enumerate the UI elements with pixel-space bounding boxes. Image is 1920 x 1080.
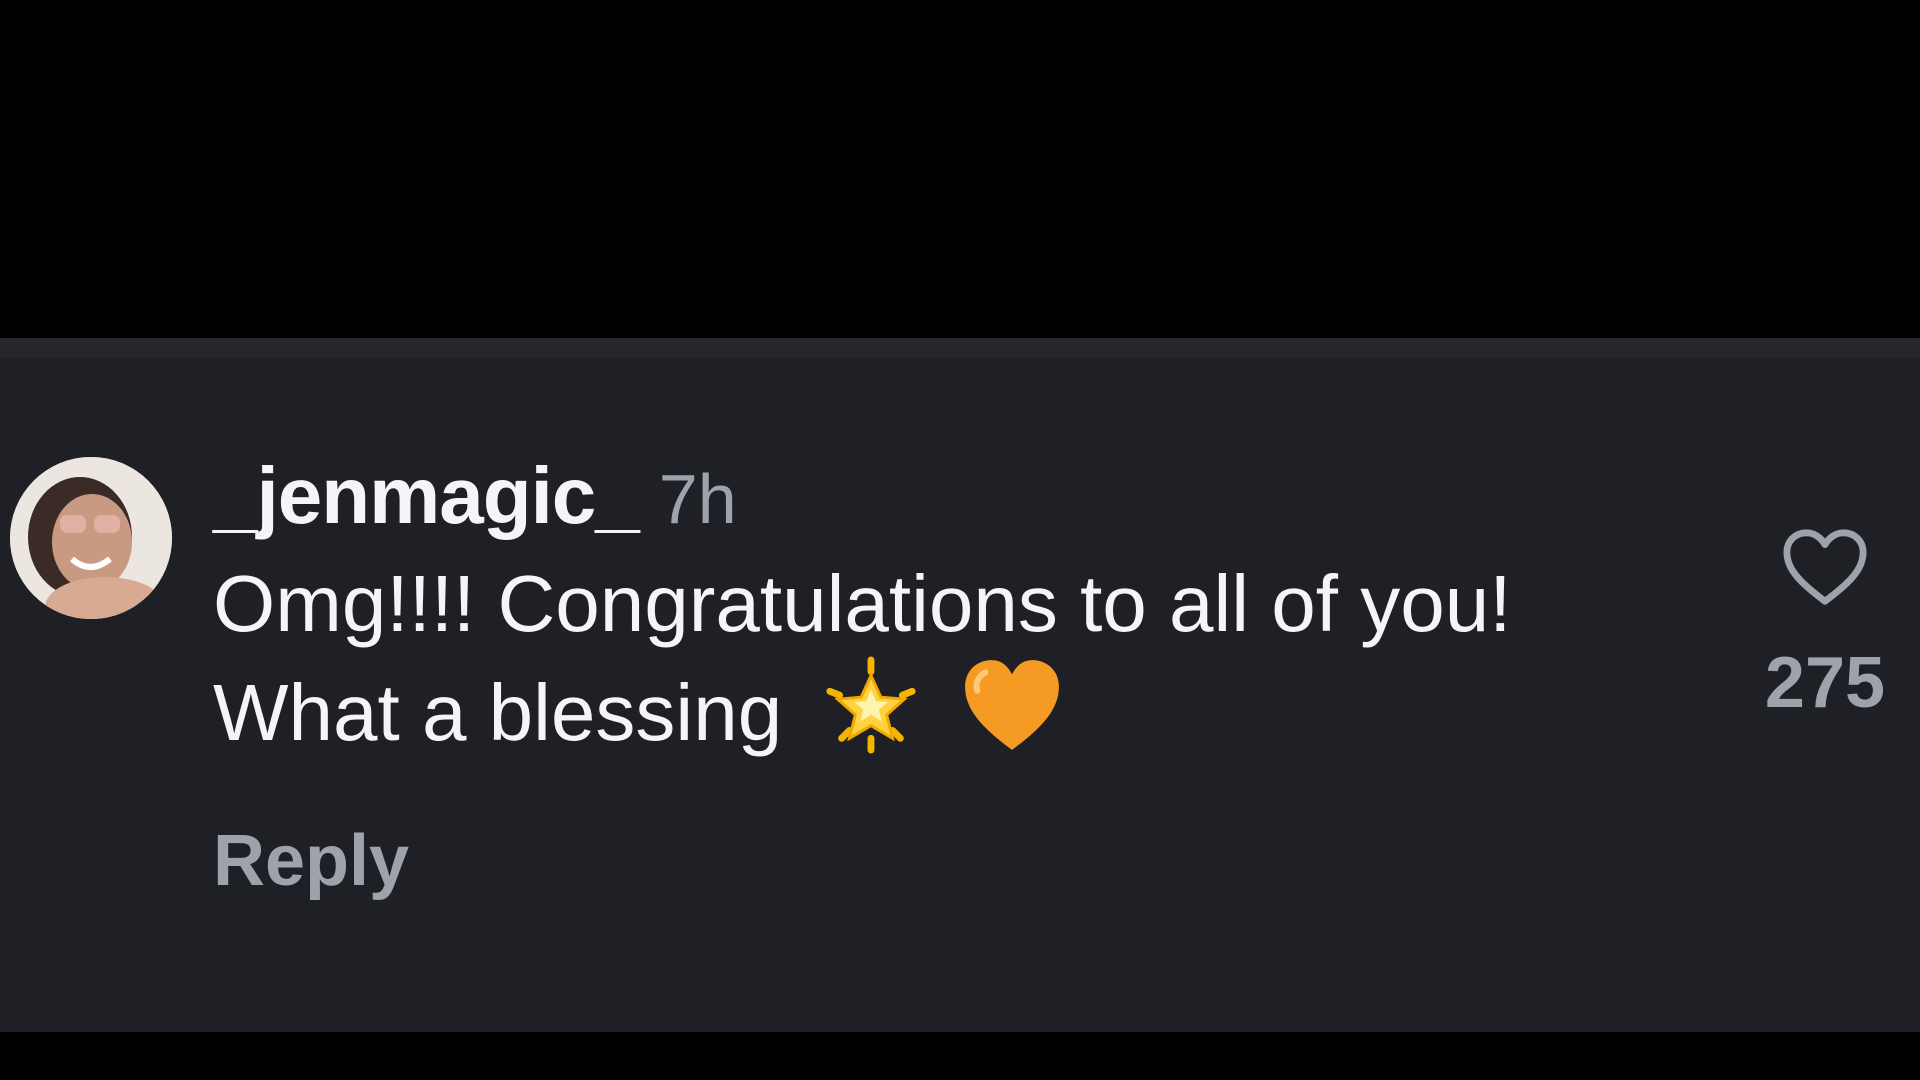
panel-divider (0, 338, 1920, 358)
reply-button[interactable]: Reply (213, 820, 409, 902)
comment-content: _jenmagic_ 7h Omg!!!! Congratulations to… (213, 450, 1593, 779)
avatar[interactable] (10, 457, 172, 619)
glowing-star-icon (822, 656, 920, 779)
avatar-image (10, 457, 172, 619)
bottom-black-area (0, 1032, 1920, 1080)
like-count: 275 (1764, 643, 1886, 723)
orange-heart-icon (961, 656, 1063, 779)
comment-header: _jenmagic_ 7h (213, 450, 1593, 560)
screen: _jenmagic_ 7h Omg!!!! Congratulations to… (0, 0, 1920, 1080)
comment-text-block: Omg!!!! Congratulations to all of you! W… (213, 552, 1593, 779)
timestamp: 7h (658, 460, 737, 538)
username[interactable]: _jenmagic_ (213, 450, 640, 542)
top-black-area (0, 0, 1920, 338)
heart-icon[interactable] (1782, 528, 1868, 608)
like-area: 275 (1740, 528, 1910, 724)
